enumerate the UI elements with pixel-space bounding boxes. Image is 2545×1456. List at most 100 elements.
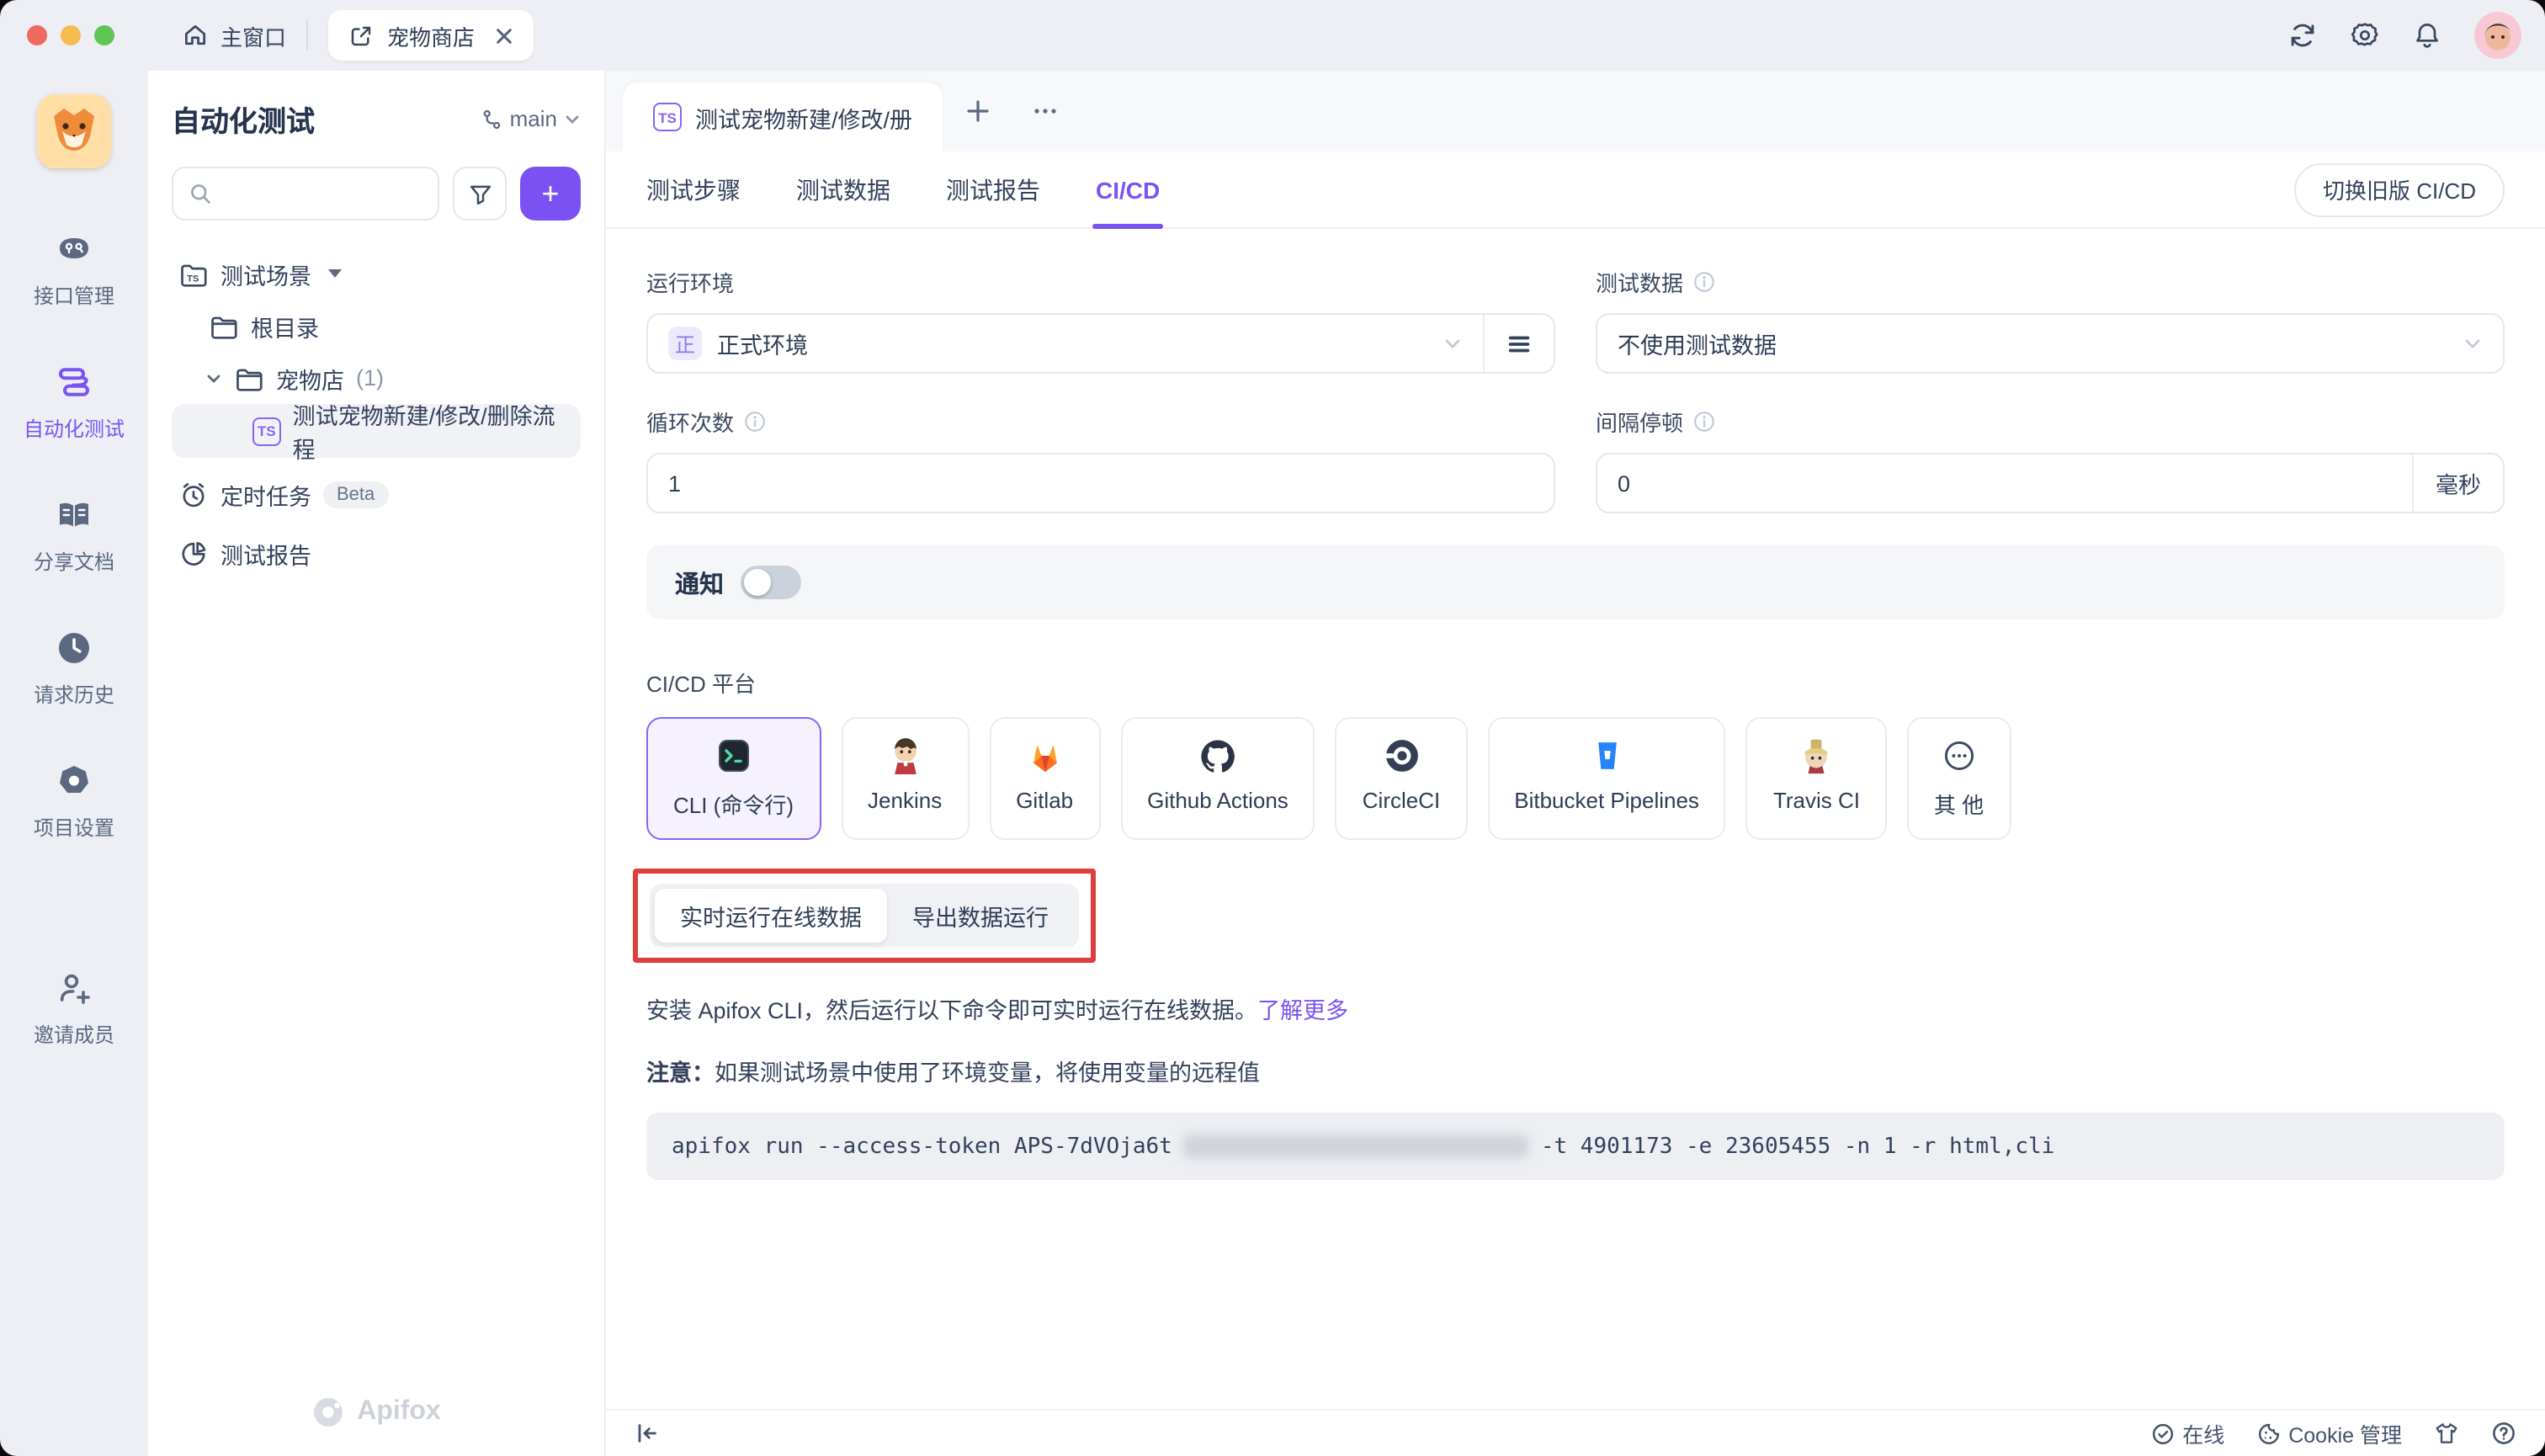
note-text: 如果测试场景中使用了环境变量，将使用变量的远程值 bbox=[715, 1060, 1260, 1086]
sidebar-item-share-docs[interactable]: 分享文档 bbox=[34, 495, 114, 576]
gear-icon[interactable] bbox=[2350, 20, 2380, 50]
platform-cards: CLI (命令行) Jenkins Gitlab bbox=[646, 717, 2505, 840]
cicd-content: 运行环境 正 正式环境 bbox=[606, 229, 2545, 1409]
env-select[interactable]: 正 正式环境 bbox=[648, 327, 1483, 360]
platform-card-travis[interactable]: Travis CI bbox=[1746, 717, 1887, 840]
person-plus-icon bbox=[54, 968, 94, 1008]
platform-card-github-actions[interactable]: Github Actions bbox=[1120, 717, 1315, 840]
sidebar-item-request-history[interactable]: 请求历史 bbox=[34, 628, 114, 709]
switch-old-cicd-button[interactable]: 切换旧版 CI/CD bbox=[2294, 162, 2505, 216]
bitbucket-icon bbox=[1586, 736, 1627, 776]
sidebar-item-label: 自动化测试 bbox=[24, 414, 125, 443]
sidebar-item-project-settings[interactable]: 项目设置 bbox=[34, 761, 114, 842]
platform-card-cli[interactable]: CLI (命令行) bbox=[646, 717, 821, 840]
tree-item-pet-store-folder[interactable]: 宠物店 (1) bbox=[172, 352, 581, 404]
external-link-icon bbox=[348, 23, 374, 48]
page-title: 自动化测试 bbox=[172, 98, 315, 140]
env-select-group: 正 正式环境 bbox=[646, 313, 1555, 374]
tree-item-test-reports[interactable]: 测试报告 bbox=[172, 527, 581, 579]
cli-command-suffix: -t 4901173 -e 23605455 -n 1 -r html,cli bbox=[1541, 1134, 2055, 1159]
add-scenario-button[interactable]: + bbox=[520, 167, 581, 221]
tab-test-data[interactable]: 测试数据 bbox=[796, 151, 890, 227]
document-tab-strip: TS 测试宠物新建/修改/册 bbox=[606, 71, 2545, 151]
close-tab-icon[interactable] bbox=[495, 26, 513, 45]
tab-test-steps[interactable]: 测试步骤 bbox=[646, 151, 741, 227]
folder-ts-icon: TS bbox=[178, 258, 209, 289]
tree-item-scheduled-tasks[interactable]: 定时任务 Beta bbox=[172, 468, 581, 520]
cookie-label: Cookie 管理 bbox=[2288, 1417, 2402, 1449]
minimize-window-button[interactable] bbox=[61, 25, 81, 45]
new-tab-button[interactable] bbox=[953, 86, 1003, 136]
apifox-logo-icon bbox=[311, 1395, 345, 1429]
cli-command-block[interactable]: apifox run --access-token APS-7dVOja6t-t… bbox=[646, 1113, 2505, 1180]
book-icon bbox=[54, 495, 94, 535]
branch-selector[interactable]: main bbox=[480, 106, 581, 131]
test-data-value: 不使用测试数据 bbox=[1618, 327, 1777, 360]
tree-label: 测试报告 bbox=[220, 536, 311, 570]
tree-item-test-scenario[interactable]: TS 测试宠物新建/修改/删除流程 bbox=[172, 404, 581, 458]
bell-icon[interactable] bbox=[2412, 20, 2442, 50]
app-window: 主窗口 宠物商店 bbox=[0, 0, 2545, 1456]
main-area: TS 测试宠物新建/修改/册 测试步骤 测试数据 bbox=[606, 71, 2545, 1456]
jenkins-icon bbox=[885, 736, 925, 776]
tab-test-report[interactable]: 测试报告 bbox=[946, 151, 1040, 227]
pet-store-project-tab[interactable]: 宠物商店 bbox=[328, 10, 534, 61]
divider bbox=[306, 20, 308, 50]
filter-button[interactable] bbox=[453, 167, 507, 221]
platform-card-other[interactable]: 其 他 bbox=[1907, 717, 2011, 840]
loop-count-input[interactable] bbox=[668, 470, 1533, 496]
env-manage-button[interactable] bbox=[1483, 315, 1554, 372]
tab-cicd[interactable]: CI/CD bbox=[1096, 151, 1160, 227]
mode-tab-live-online-data[interactable]: 实时运行在线数据 bbox=[655, 889, 887, 943]
cookie-manager[interactable]: Cookie 管理 bbox=[2256, 1417, 2402, 1449]
gitlab-icon bbox=[1024, 736, 1065, 776]
pause-input[interactable] bbox=[1618, 470, 2392, 496]
main-window-tab[interactable]: 主窗口 bbox=[182, 19, 286, 51]
sidebar-item-api-management[interactable]: 接口管理 bbox=[34, 229, 114, 310]
tree-item-root-folder[interactable]: 根目录 bbox=[172, 300, 581, 352]
api-management-icon bbox=[54, 229, 94, 269]
chevron-down-icon bbox=[2463, 333, 2483, 353]
platform-card-jenkins[interactable]: Jenkins bbox=[841, 717, 969, 840]
avatar[interactable] bbox=[2474, 12, 2521, 59]
platform-card-label: Travis CI bbox=[1773, 788, 1860, 813]
tshirt-theme-icon[interactable] bbox=[2434, 1421, 2459, 1446]
learn-more-link[interactable]: 了解更多 bbox=[1257, 998, 1348, 1023]
search-input[interactable] bbox=[222, 181, 422, 206]
project-logo[interactable] bbox=[37, 94, 111, 168]
sidebar-item-auto-test[interactable]: 自动化测试 bbox=[24, 362, 125, 443]
close-window-button[interactable] bbox=[27, 25, 47, 45]
cli-terminal-icon bbox=[714, 736, 754, 776]
document-tab[interactable]: TS 测试宠物新建/修改/册 bbox=[623, 82, 943, 151]
online-status[interactable]: 在线 bbox=[2150, 1417, 2224, 1449]
help-icon[interactable] bbox=[2491, 1421, 2516, 1446]
online-label: 在线 bbox=[2182, 1417, 2224, 1449]
loop-count-field bbox=[646, 453, 1555, 513]
maximize-window-button[interactable] bbox=[94, 25, 114, 45]
git-branch-icon bbox=[480, 107, 503, 130]
clock-icon bbox=[54, 628, 94, 668]
platform-card-bitbucket[interactable]: Bitbucket Pipelines bbox=[1487, 717, 1726, 840]
test-data-label: 测试数据 bbox=[1596, 266, 1683, 298]
mode-tab-exported-data[interactable]: 导出数据运行 bbox=[887, 889, 1074, 943]
notify-toggle[interactable] bbox=[741, 566, 801, 599]
scenario-tree: TS 测试场景 根目录 bbox=[172, 247, 581, 579]
platform-card-gitlab[interactable]: Gitlab bbox=[989, 717, 1100, 840]
sync-icon[interactable] bbox=[2287, 20, 2318, 50]
sidebar-item-invite-members[interactable]: 邀请成员 bbox=[34, 968, 114, 1049]
test-data-select[interactable]: 不使用测试数据 bbox=[1596, 313, 2505, 374]
platform-card-label: Github Actions bbox=[1147, 788, 1288, 813]
cicd-platform-label: CI/CD 平台 bbox=[646, 667, 2505, 699]
env-value: 正式环境 bbox=[717, 327, 808, 360]
tree-item-test-scenarios[interactable]: TS 测试场景 bbox=[172, 247, 581, 300]
folder-icon bbox=[209, 311, 239, 341]
chevron-down-icon[interactable] bbox=[205, 369, 222, 386]
folder-count: (1) bbox=[356, 365, 384, 391]
collapse-sidebar-icon[interactable] bbox=[635, 1421, 660, 1446]
more-tabs-button[interactable] bbox=[1020, 86, 1071, 136]
platform-card-circleci[interactable]: CircleCI bbox=[1336, 717, 1467, 840]
caret-down-icon bbox=[328, 269, 342, 278]
sidebar-item-label: 请求历史 bbox=[34, 680, 114, 709]
alarm-clock-icon bbox=[178, 479, 209, 509]
chevron-down-icon bbox=[564, 110, 581, 127]
